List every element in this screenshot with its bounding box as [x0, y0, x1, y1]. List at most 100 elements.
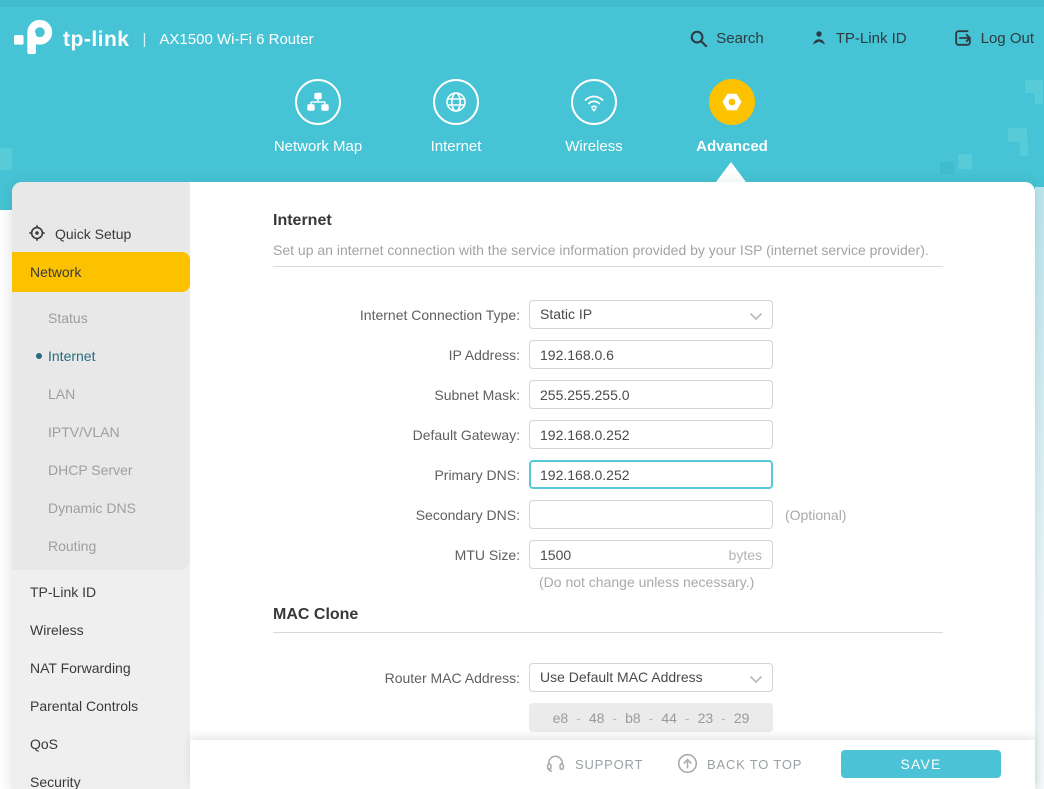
tp-link-logo-icon: [14, 17, 56, 62]
sidebar-item-quick-setup[interactable]: Quick Setup: [28, 220, 131, 248]
user-icon: [810, 29, 828, 48]
logout-button[interactable]: Log Out: [953, 28, 1034, 48]
deco-square: [1025, 80, 1043, 93]
deco-square: [1008, 128, 1027, 142]
form-row-secondary-dns: Secondary DNS: (Optional): [190, 500, 846, 529]
default-gateway-input[interactable]: [529, 420, 773, 449]
sidebar-item-tplink-id[interactable]: TP-Link ID: [12, 573, 190, 611]
form-row-ip-address: IP Address:: [190, 340, 773, 369]
mac-address-display: e8-48- b8-44-23-29: [529, 703, 773, 732]
sidebar-item-security[interactable]: Security: [12, 763, 190, 789]
header: tp-link | AX1500 Wi-Fi 6 Router Search T…: [0, 0, 1044, 210]
chevron-down-icon: [749, 312, 763, 321]
sidebar-subitem-status[interactable]: Status: [12, 299, 190, 337]
brand-name: tp-link: [63, 27, 130, 51]
tab-label: Advanced: [696, 138, 768, 155]
header-links: Search TP-Link ID Log Out: [643, 28, 1034, 48]
search-icon: [689, 29, 708, 48]
sidebar-subitem-lan[interactable]: LAN: [12, 375, 190, 413]
form-row-subnet-mask: Subnet Mask:: [190, 380, 773, 409]
top-bar: tp-link | AX1500 Wi-Fi 6 Router Search T…: [0, 0, 1044, 78]
sidebar-lower-items: TP-Link ID Wireless NAT Forwarding Paren…: [12, 573, 190, 789]
router-admin-page: tp-link | AX1500 Wi-Fi 6 Router Search T…: [0, 0, 1044, 789]
tab-label: Internet: [430, 138, 482, 155]
section-divider: [273, 632, 943, 633]
network-submenu: Status Internet LAN IPTV/VLAN DHCP Serve…: [12, 299, 190, 565]
sidebar-item-nat-forwarding[interactable]: NAT Forwarding: [12, 649, 190, 687]
sidebar-subitem-dhcp-server[interactable]: DHCP Server: [12, 451, 190, 489]
active-tab-pointer: [716, 162, 746, 182]
tplink-id-button[interactable]: TP-Link ID: [810, 29, 907, 48]
mtu-size-label: MTU Size:: [454, 546, 520, 563]
sidebar-item-network-active[interactable]: Network: [12, 252, 190, 292]
content-card: Quick Setup Network Status Internet LAN …: [12, 182, 1035, 789]
footer-bar: SUPPORT BACK TO TOP SAVE: [190, 740, 1035, 789]
form-row-mtu-size: MTU Size: bytes: [190, 540, 773, 569]
brand-logo[interactable]: tp-link | AX1500 Wi-Fi 6 Router: [14, 17, 314, 62]
save-button[interactable]: SAVE: [841, 750, 1001, 778]
sidebar-subitem-routing[interactable]: Routing: [12, 527, 190, 565]
brand-divider: |: [142, 31, 147, 48]
router-mac-select[interactable]: Use Default MAC Address: [529, 663, 773, 692]
page-edge-strip: [1035, 187, 1044, 789]
deco-square: [0, 148, 12, 170]
sidebar-item-label: Quick Setup: [55, 226, 132, 242]
internet-globe-icon: [433, 79, 479, 125]
mtu-note: (Do not change unless necessary.): [539, 574, 755, 590]
subnet-mask-input[interactable]: [529, 380, 773, 409]
tab-advanced[interactable]: Advanced: [673, 79, 791, 155]
tplink-id-label: TP-Link ID: [835, 29, 907, 47]
headset-icon: [545, 753, 566, 777]
form-row-connection-type: Internet Connection Type: Static IP: [190, 300, 773, 329]
logout-label: Log Out: [980, 29, 1034, 47]
network-map-icon: [295, 79, 341, 125]
support-label: SUPPORT: [575, 757, 644, 772]
section-divider: [273, 266, 943, 267]
search-label: Search: [716, 29, 764, 47]
main-nav: Network Map Internet Wireless Advanced: [259, 79, 791, 155]
ip-address-input[interactable]: [529, 340, 773, 369]
sidebar-item-parental-controls[interactable]: Parental Controls: [12, 687, 190, 725]
quick-setup-gear-icon: [28, 224, 46, 245]
deco-square: [958, 154, 972, 169]
sidebar: Quick Setup Network Status Internet LAN …: [12, 182, 190, 789]
gear-icon: [709, 79, 755, 125]
support-button[interactable]: SUPPORT: [545, 740, 643, 789]
back-to-top-button[interactable]: BACK TO TOP: [677, 740, 802, 789]
secondary-dns-label: Secondary DNS:: [415, 506, 520, 523]
sidebar-item-wireless[interactable]: Wireless: [12, 611, 190, 649]
search-button[interactable]: Search: [689, 29, 764, 48]
deco-square: [1020, 142, 1028, 156]
form-row-default-gateway: Default Gateway:: [190, 420, 773, 449]
sidebar-item-qos[interactable]: QoS: [12, 725, 190, 763]
tab-wireless[interactable]: Wireless: [535, 79, 653, 155]
default-gateway-label: Default Gateway:: [412, 426, 520, 443]
main-content: Internet Set up an internet connection w…: [190, 182, 1035, 789]
sidebar-subitem-dynamic-dns[interactable]: Dynamic DNS: [12, 489, 190, 527]
back-to-top-label: BACK TO TOP: [707, 757, 803, 772]
mac-clone-title: MAC Clone: [273, 606, 359, 623]
tab-network-map[interactable]: Network Map: [259, 79, 377, 155]
connection-type-select[interactable]: Static IP: [529, 300, 773, 329]
arrow-up-circle-icon: [677, 753, 698, 777]
page-description: Set up an internet connection with the s…: [273, 242, 929, 258]
secondary-dns-input[interactable]: [529, 500, 773, 529]
deco-square: [1035, 93, 1043, 104]
page-title: Internet: [273, 212, 332, 229]
sidebar-subitem-iptv-vlan[interactable]: IPTV/VLAN: [12, 413, 190, 451]
connection-type-label: Internet Connection Type:: [359, 306, 520, 323]
deco-square: [940, 162, 954, 174]
device-model: AX1500 Wi-Fi 6 Router: [159, 31, 314, 48]
selected-bullet: [36, 353, 42, 359]
primary-dns-label: Primary DNS:: [434, 466, 520, 483]
mtu-size-input[interactable]: [529, 540, 773, 569]
logout-icon: [953, 28, 973, 48]
tab-internet[interactable]: Internet: [397, 79, 515, 155]
tab-label: Network Map: [273, 138, 363, 155]
router-mac-label: Router MAC Address:: [384, 669, 520, 686]
subnet-mask-label: Subnet Mask:: [434, 386, 520, 403]
form-row-router-mac: Router MAC Address: Use Default MAC Addr…: [190, 663, 773, 692]
form-row-primary-dns: Primary DNS:: [190, 460, 773, 489]
sidebar-subitem-internet-selected[interactable]: Internet: [12, 337, 190, 375]
primary-dns-input[interactable]: [529, 460, 773, 489]
